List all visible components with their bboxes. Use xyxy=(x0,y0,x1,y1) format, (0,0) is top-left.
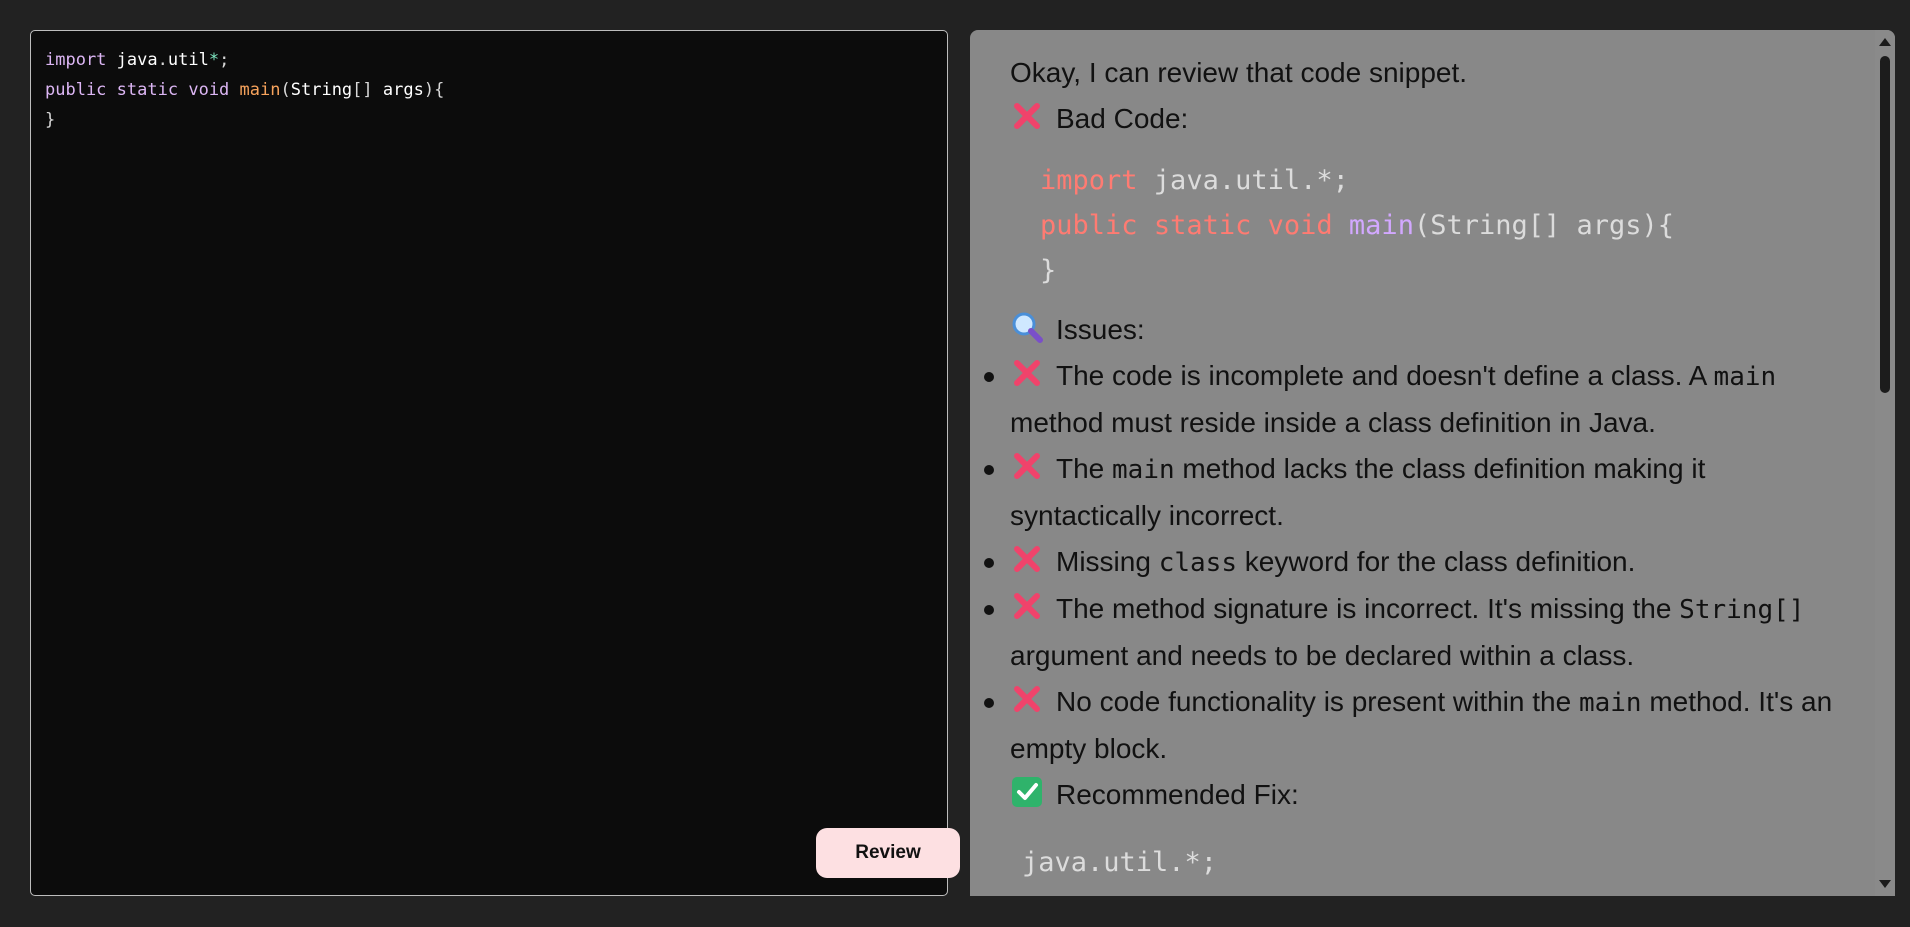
issue-text: The code is incomplete and doesn't defin… xyxy=(1056,360,1714,391)
bad-code-token: import xyxy=(1040,165,1138,196)
code-token: } xyxy=(45,110,56,130)
code-token: [] xyxy=(352,80,383,100)
scroll-thumb[interactable] xyxy=(1880,56,1890,393)
code-token: * xyxy=(208,50,220,70)
bad-code-token: java.util.*; xyxy=(1137,165,1349,196)
inline-code: main xyxy=(1112,455,1175,485)
inline-code: class xyxy=(1158,548,1237,578)
bad-code-block: import java.util.*; public static void ma… xyxy=(1040,158,1835,293)
bad-code-token: void xyxy=(1267,210,1333,241)
cross-mark-icon xyxy=(1014,546,1040,572)
bad-code-token: static xyxy=(1153,210,1252,241)
issues-list: The code is incomplete and doesn't defin… xyxy=(984,353,1835,772)
issue-text: Missing xyxy=(1056,546,1159,577)
bad-code-heading: Bad Code: xyxy=(1010,96,1835,142)
scroll-down-arrow-icon[interactable] xyxy=(1879,880,1891,888)
magnifier-icon xyxy=(1012,312,1043,343)
code-token: java xyxy=(116,50,158,70)
cross-mark-icon xyxy=(1014,103,1040,129)
review-scrollbar[interactable] xyxy=(1875,30,1895,896)
fix-code-block: java.util.*; xyxy=(1022,840,1835,885)
fix-code-line: java.util.*; xyxy=(1022,847,1218,878)
code-token: ){ xyxy=(423,80,445,100)
bad-code-heading-text: Bad Code: xyxy=(1056,103,1189,134)
code-token: util xyxy=(167,50,209,70)
issue-text: No code functionality is present within … xyxy=(1056,686,1579,717)
code-token: void xyxy=(188,80,230,100)
issue-item: The method signature is incorrect. It's … xyxy=(984,586,1835,679)
inline-code: String[] xyxy=(1679,595,1805,625)
issue-item: The main method lacks the class definiti… xyxy=(984,446,1835,539)
code-token: static xyxy=(116,80,179,100)
issue-text: The xyxy=(1056,453,1113,484)
issues-heading: Issues: xyxy=(1010,307,1835,353)
code-text[interactable]: import java.util*; public static void mai… xyxy=(45,45,444,135)
code-line[interactable]: public static void main(String[] args){ xyxy=(45,75,444,105)
bad-code-token: (String[] args){ xyxy=(1413,210,1675,241)
bad-code-token xyxy=(1251,210,1267,241)
code-token: main xyxy=(239,80,281,100)
code-token: public xyxy=(45,80,107,100)
code-line[interactable]: import java.util*; xyxy=(45,45,444,75)
code-token: args xyxy=(382,80,424,100)
issue-item: No code functionality is present within … xyxy=(984,679,1835,772)
issue-item: The code is incomplete and doesn't defin… xyxy=(984,353,1835,446)
code-token: ; xyxy=(219,50,230,70)
issue-text: keyword for the class definition. xyxy=(1236,546,1636,577)
code-token: . xyxy=(157,50,168,70)
cross-mark-icon xyxy=(1014,360,1040,386)
bad-code-token: public xyxy=(1040,210,1138,241)
issue-text: argument and needs to be declared within… xyxy=(1010,640,1635,671)
fix-heading: Recommended Fix: xyxy=(1010,772,1835,818)
review-button[interactable]: Review xyxy=(816,828,960,878)
issue-text: method must reside inside a class defini… xyxy=(1010,407,1656,438)
bad-code-line: import java.util.*; xyxy=(1040,158,1835,203)
bad-code-line: public static void main(String[] args){ xyxy=(1040,203,1835,248)
code-editor[interactable]: import java.util*; public static void mai… xyxy=(30,30,960,896)
inline-code: main xyxy=(1713,362,1777,392)
bad-code-token: } xyxy=(1040,255,1057,286)
review-intro: Okay, I can review that code snippet. xyxy=(1010,57,1468,88)
check-mark-icon xyxy=(1012,777,1042,807)
issues-heading-text: Issues: xyxy=(1056,314,1145,345)
cross-mark-icon xyxy=(1014,686,1040,712)
bad-code-token: main xyxy=(1348,210,1414,241)
bad-code-token xyxy=(1138,210,1154,241)
review-content: Okay, I can review that code snippet. Ba… xyxy=(984,50,1835,896)
cross-mark-icon xyxy=(1014,453,1040,479)
cross-mark-icon xyxy=(1014,593,1040,619)
code-token: import xyxy=(45,50,107,70)
issue-text: The method signature is incorrect. It's … xyxy=(1056,593,1680,624)
code-token: String xyxy=(290,80,353,100)
inline-code: main xyxy=(1578,688,1642,718)
code-line[interactable]: } xyxy=(45,105,444,135)
bad-code-line: } xyxy=(1040,248,1835,293)
bad-code-token xyxy=(1333,210,1349,241)
code-token: ( xyxy=(280,80,291,100)
issue-item: Missing class keyword for the class defi… xyxy=(984,539,1835,586)
review-panel[interactable]: Okay, I can review that code snippet. Ba… xyxy=(970,30,1895,896)
fix-heading-text: Recommended Fix: xyxy=(1056,779,1299,810)
scroll-up-arrow-icon[interactable] xyxy=(1879,38,1891,46)
